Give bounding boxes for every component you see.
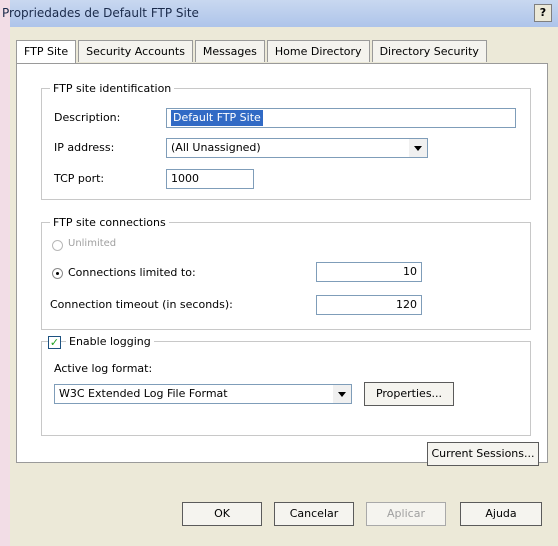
identification-group-title: FTP site identification [50,82,175,95]
timeout-label: Connection timeout (in seconds): [50,298,233,311]
help-button[interactable]: Ajuda [460,502,542,526]
ok-button[interactable]: OK [182,502,262,526]
logging-group: ✓ Enable logging Active log format: W3C … [41,335,531,436]
apply-button[interactable]: Aplicar [366,502,446,526]
ip-address-label: IP address: [54,141,115,154]
connections-group: FTP site connections Unlimited Connectio… [41,216,531,330]
tab-security-accounts[interactable]: Security Accounts [78,40,193,62]
chevron-down-icon[interactable] [333,385,351,403]
current-sessions-button[interactable]: Current Sessions... [427,442,539,466]
connections-limited-radio[interactable] [52,268,63,279]
unlimited-label: Unlimited [68,238,117,249]
log-properties-button[interactable]: Properties... [364,382,454,406]
tab-messages[interactable]: Messages [194,40,265,62]
description-value: Default FTP Site [171,110,263,126]
log-format-select[interactable]: W3C Extended Log File Format [54,384,352,404]
log-format-value: W3C Extended Log File Format [59,387,228,400]
connections-limit-input[interactable]: 10 [316,262,422,282]
window-title: Propriedades de Default FTP Site [2,6,199,20]
description-input[interactable]: Default FTP Site [166,108,516,128]
tcp-port-input[interactable]: 1000 [166,169,254,189]
ip-address-value: (All Unassigned) [171,141,261,154]
cancel-button[interactable]: Cancelar [274,502,354,526]
tab-ftp-site[interactable]: FTP Site [16,40,77,64]
chevron-down-icon[interactable] [409,139,427,157]
enable-logging-label: Enable logging [66,335,154,348]
ftp-site-panel: FTP site identification Description: Def… [16,63,548,466]
log-format-label: Active log format: [54,362,153,375]
enable-logging-checkbox[interactable]: ✓ [48,336,61,349]
timeout-input[interactable]: 120 [316,295,422,315]
identification-group: FTP site identification Description: Def… [41,82,531,200]
properties-dialog: Propriedades de Default FTP Site ? FTP S… [2,0,558,546]
ip-address-select[interactable]: (All Unassigned) [166,138,428,158]
description-label: Description: [54,111,121,124]
unlimited-radio[interactable] [52,240,63,251]
tcp-port-label: TCP port: [54,172,105,185]
connections-group-title: FTP site connections [50,216,169,229]
help-icon-button[interactable]: ? [534,4,552,22]
tab-directory-security[interactable]: Directory Security [371,40,487,62]
tab-home-directory[interactable]: Home Directory [266,40,370,62]
tab-strip: FTP Site Security Accounts Messages Home… [16,40,489,64]
connections-limited-label: Connections limited to: [68,266,196,279]
title-bar[interactable]: Propriedades de Default FTP Site ? [2,0,558,27]
